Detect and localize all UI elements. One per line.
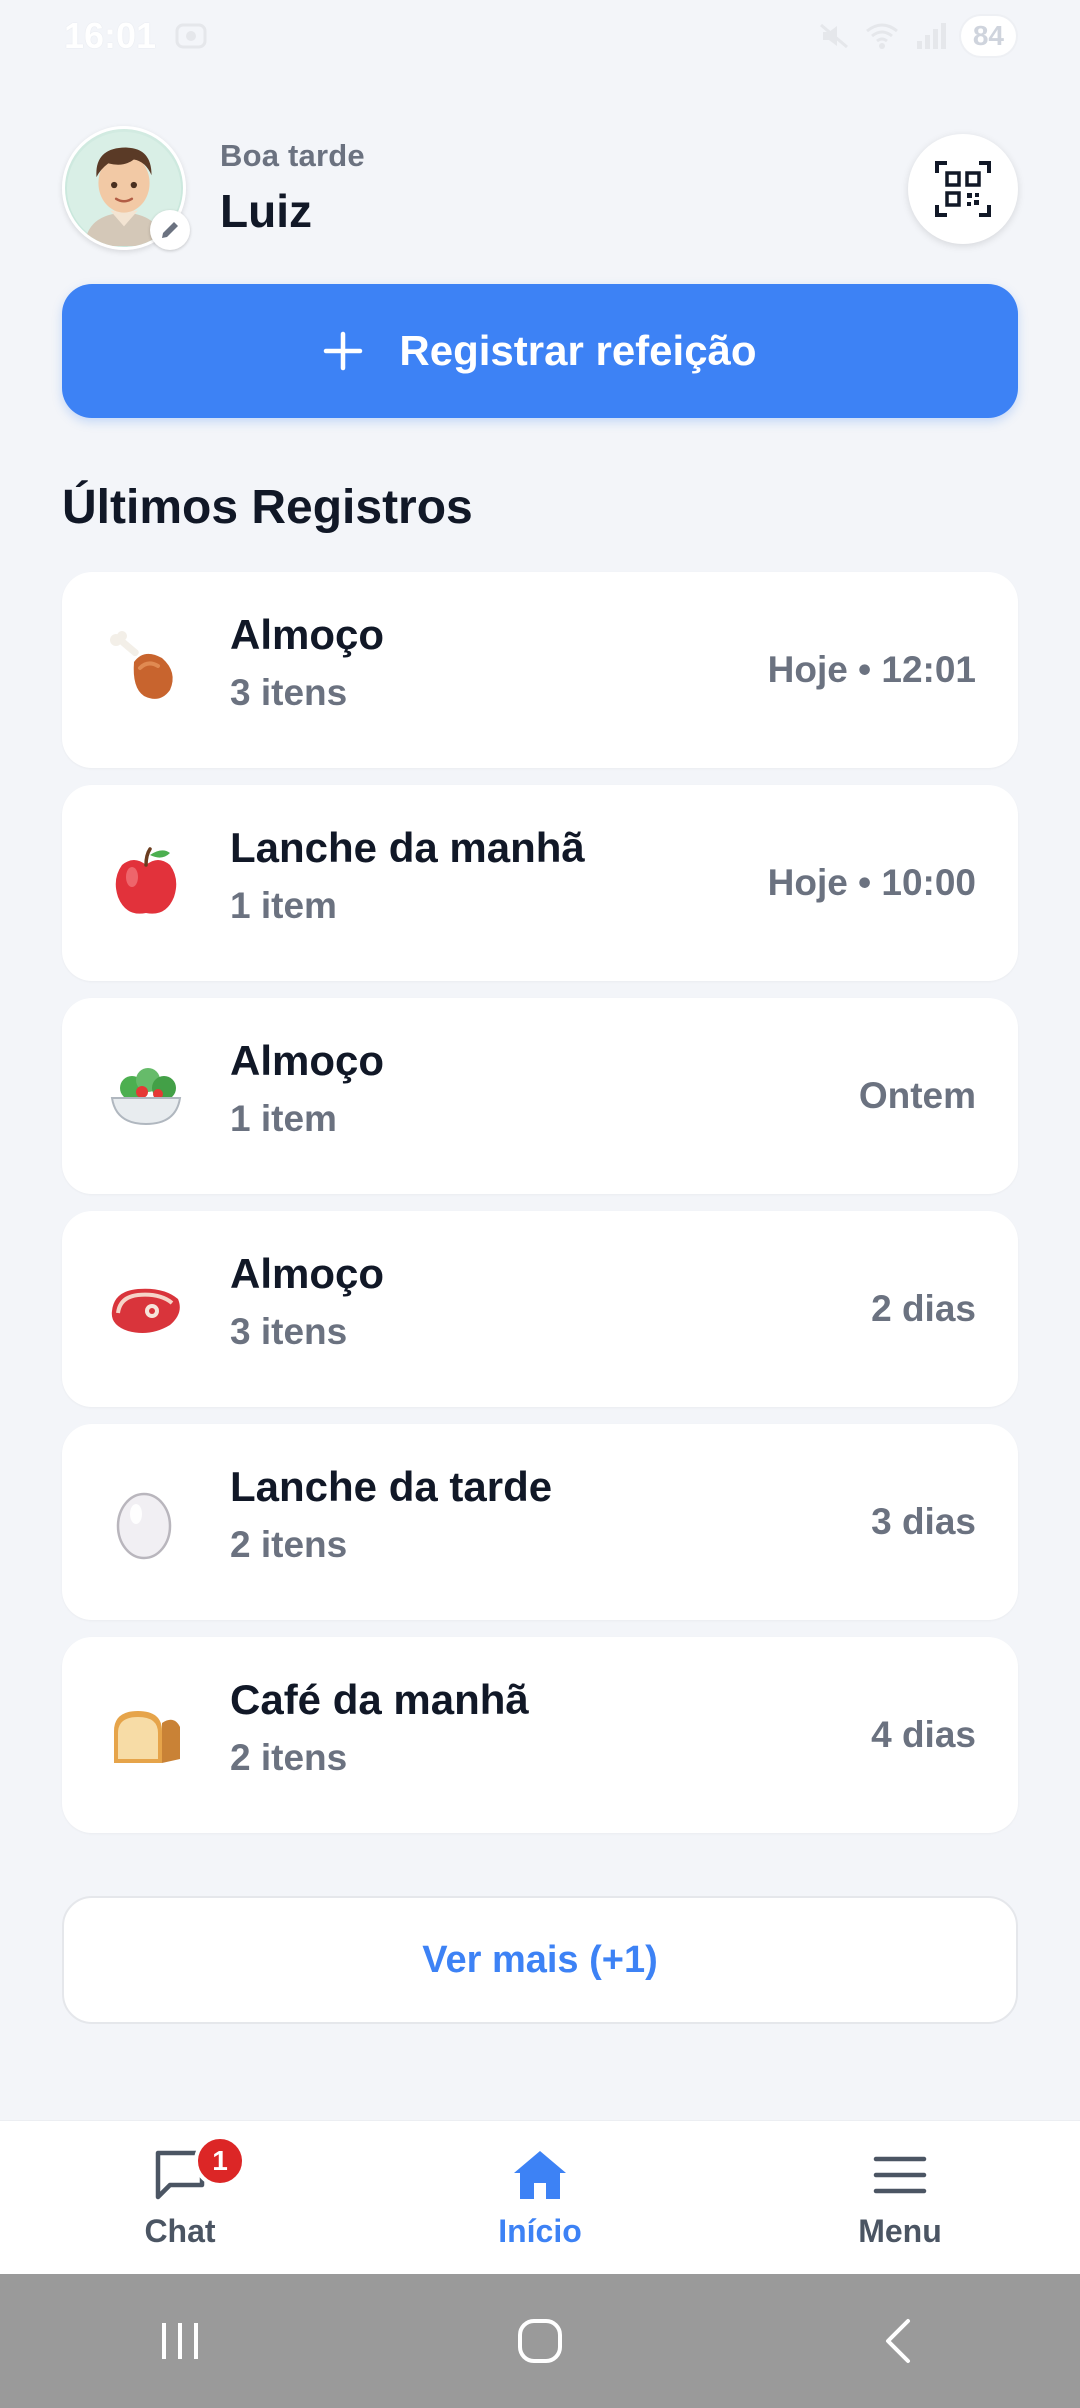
- user-name: Luiz: [220, 185, 312, 237]
- record-title: Café da manhã: [230, 1676, 529, 1723]
- signal-icon: [913, 21, 947, 51]
- record-card[interactable]: Almoço 3 itens 2 dias: [62, 1211, 1018, 1407]
- records-list: Almoço 3 itens Hoje • 12:01 Lanche da ma…: [62, 572, 1018, 1850]
- home-circle-icon: [518, 2319, 562, 2363]
- menu-icon: [870, 2145, 930, 2205]
- status-bar: 16:01 84: [0, 0, 1080, 72]
- egg-icon: [104, 1480, 188, 1564]
- recent-apps-button[interactable]: [120, 2301, 240, 2381]
- record-time: Ontem: [858, 1075, 976, 1116]
- apple-icon: [104, 841, 188, 925]
- status-left: 16:01: [64, 15, 208, 57]
- record-text: Café da manhã 2 itens: [230, 1676, 529, 1779]
- record-card[interactable]: Lanche da manhã 1 item Hoje • 10:00: [62, 785, 1018, 981]
- mute-icon: [817, 21, 851, 51]
- nav-home-label: Início: [498, 2213, 582, 2249]
- record-title: Lanche da manhã: [230, 824, 585, 871]
- nav-menu-label: Menu: [858, 2213, 942, 2249]
- record-items-count: 2 itens: [230, 1737, 348, 1779]
- record-text: Lanche da tarde 2 itens: [230, 1463, 553, 1566]
- record-time: Hoje • 10:00: [767, 862, 976, 903]
- bottom-nav: Chat 1 Início Menu: [0, 2120, 1080, 2274]
- record-text: Almoço 3 itens: [230, 1250, 385, 1353]
- record-items-count: 3 itens: [230, 1311, 348, 1353]
- nav-chat-label: Chat: [144, 2213, 216, 2249]
- header: Boa tarde Luiz: [62, 126, 1018, 250]
- record-time: 2 dias: [871, 1288, 976, 1329]
- home-icon: [510, 2145, 570, 2205]
- record-text: Almoço 3 itens: [230, 611, 385, 714]
- record-time: Hoje • 12:01: [767, 649, 976, 690]
- salad-icon: [104, 1054, 188, 1138]
- nav-menu[interactable]: Menu: [790, 2121, 1010, 2275]
- record-items-count: 1 item: [230, 1098, 337, 1140]
- pencil-icon: [162, 222, 178, 238]
- nav-chat[interactable]: Chat 1: [70, 2121, 290, 2275]
- back-icon: [886, 2319, 910, 2363]
- see-more-button[interactable]: Ver mais (+1): [62, 1896, 1018, 2024]
- home-system-button[interactable]: [480, 2301, 600, 2381]
- record-items-count: 2 itens: [230, 1524, 348, 1566]
- greeting-block: Boa tarde Luiz: [220, 138, 365, 238]
- record-title: Lanche da tarde: [230, 1463, 553, 1510]
- record-items-count: 3 itens: [230, 672, 348, 714]
- meat-icon: [104, 1267, 188, 1351]
- wifi-icon: [865, 21, 899, 51]
- record-title: Almoço: [230, 1250, 385, 1297]
- record-time: 3 dias: [871, 1501, 976, 1542]
- record-card[interactable]: Almoço 1 item Ontem: [62, 998, 1018, 1194]
- qr-code-button[interactable]: [908, 134, 1018, 244]
- record-card[interactable]: Café da manhã 2 itens 4 dias: [62, 1637, 1018, 1833]
- recent-apps-icon: [162, 2323, 198, 2359]
- chicken-leg-icon: [104, 628, 188, 712]
- screen-record-icon: [174, 21, 208, 51]
- nav-home[interactable]: Início: [430, 2121, 650, 2275]
- avatar-wrapper[interactable]: [62, 126, 190, 250]
- greeting-text: Boa tarde: [220, 138, 365, 173]
- qr-code-icon: [935, 161, 991, 217]
- register-meal-button[interactable]: Registrar refeição: [62, 284, 1018, 418]
- system-nav-bar: [0, 2274, 1080, 2408]
- record-items-count: 1 item: [230, 885, 337, 927]
- section-title: Últimos Registros: [62, 481, 473, 534]
- record-card[interactable]: Lanche da tarde 2 itens 3 dias: [62, 1424, 1018, 1620]
- edit-avatar-button[interactable]: [150, 210, 190, 250]
- chat-unread-badge: 1: [194, 2134, 246, 2187]
- status-right: 84: [817, 16, 1016, 56]
- record-time: 4 dias: [871, 1714, 976, 1755]
- battery-indicator: 84: [960, 16, 1016, 56]
- record-card[interactable]: Almoço 3 itens Hoje • 12:01: [62, 572, 1018, 768]
- record-title: Almoço: [230, 1037, 385, 1084]
- record-title: Almoço: [230, 611, 385, 658]
- plus-icon: [324, 331, 363, 371]
- back-button[interactable]: [840, 2301, 960, 2381]
- status-time: 16:01: [64, 15, 157, 56]
- record-text: Lanche da manhã 1 item: [230, 824, 585, 927]
- bread-icon: [104, 1693, 188, 1777]
- record-text: Almoço 1 item: [230, 1037, 385, 1140]
- register-meal-label: Registrar refeição: [399, 327, 757, 374]
